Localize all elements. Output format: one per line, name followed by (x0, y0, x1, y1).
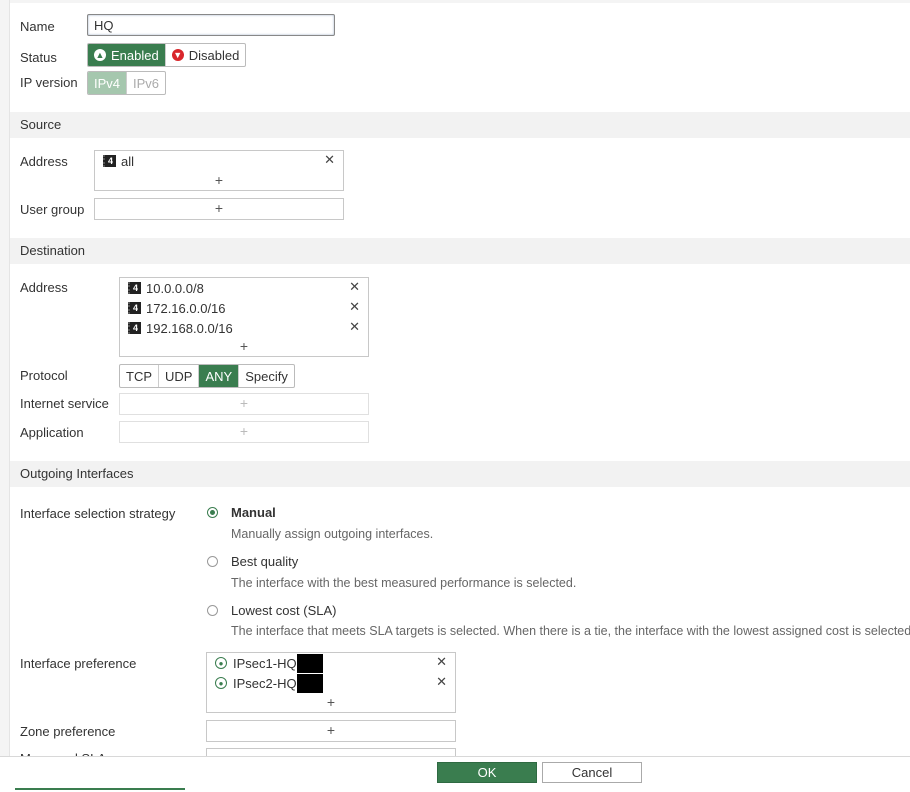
protocol-any-button[interactable]: ANY (198, 365, 239, 387)
destination-address-entry: 4 172.16.0.0/16 (128, 299, 226, 317)
protocol-udp-button[interactable]: UDP (158, 365, 198, 387)
internet-service-box: + (119, 393, 369, 415)
ip-version-toggle: IPv4 IPv6 (87, 71, 167, 95)
strategy-label: Interface selection strategy (20, 506, 176, 521)
protocol-specify-button[interactable]: Specify (238, 365, 294, 387)
zone-preference-label: Zone preference (20, 724, 116, 739)
zone-preference-box[interactable]: + (206, 720, 456, 742)
destination-address-value: 172.16.0.0/16 (146, 300, 226, 316)
remove-interface-icon[interactable]: ✕ (436, 674, 447, 690)
protocol-tcp-button[interactable]: TCP (120, 365, 158, 387)
destination-address-value: 10.0.0.0/8 (146, 280, 204, 296)
source-section-title: Source (20, 117, 62, 132)
cancel-button[interactable]: Cancel (542, 762, 642, 783)
destination-address-value: 192.168.0.0/16 (146, 320, 233, 336)
add-application-icon: + (239, 423, 249, 439)
remove-interface-icon[interactable]: ✕ (436, 654, 447, 670)
lowest-cost-radio[interactable] (207, 605, 218, 616)
interface-entry: ● IPsec2-HQ (215, 673, 323, 693)
source-address-label: Address (20, 154, 68, 169)
ip-version-label: IP version (20, 75, 78, 90)
address-icon: 4 (128, 282, 141, 294)
add-internet-service-icon: + (239, 395, 249, 411)
ipv6-button[interactable]: IPv6 (126, 72, 165, 94)
manual-option-title: Manual (231, 505, 276, 520)
best-quality-option-title: Best quality (231, 554, 299, 569)
source-address-box: 4 all ✕ + (94, 150, 344, 191)
interface-preference-label: Interface preference (20, 656, 137, 671)
status-label: Status (20, 50, 57, 65)
address-icon: 4 (128, 302, 141, 314)
status-disabled-button[interactable]: ▼ Disabled (164, 44, 246, 66)
redaction-block (296, 673, 323, 693)
top-frame (0, 0, 910, 3)
arrow-down-icon: ▼ (171, 49, 184, 61)
lowest-cost-option-desc: The interface that meets SLA targets is … (231, 624, 910, 638)
status-toggle: ▲ Enabled ▼ Disabled (87, 43, 247, 67)
best-quality-option-desc: The interface with the best measured per… (231, 576, 577, 590)
ipv4-button[interactable]: IPv4 (88, 72, 127, 94)
scroll-accent-bar (15, 788, 185, 790)
add-interface-icon[interactable]: + (207, 694, 455, 710)
application-label: Application (20, 425, 84, 440)
user-group-box[interactable]: + (94, 198, 344, 220)
name-label: Name (20, 19, 55, 34)
destination-section-header: Destination (10, 238, 910, 264)
redaction-block (296, 653, 323, 673)
manual-option-desc: Manually assign outgoing interfaces. (231, 527, 434, 541)
interface-name: IPsec2-HQ (233, 675, 297, 691)
destination-section-title: Destination (20, 243, 86, 258)
add-destination-address-icon[interactable]: + (120, 338, 368, 354)
add-zone-icon[interactable]: + (207, 722, 455, 738)
protocol-label: Protocol (20, 368, 68, 383)
name-input[interactable] (87, 14, 335, 36)
address-icon: 4 (103, 155, 116, 167)
destination-address-box: 4 10.0.0.0/8 ✕ 4 172.16.0.0/16 ✕ 4 192.1… (119, 277, 369, 357)
add-source-address-icon[interactable]: + (95, 172, 343, 188)
add-user-group-icon[interactable]: + (95, 200, 343, 216)
remove-source-address-icon[interactable]: ✕ (324, 152, 335, 168)
remove-destination-address-icon[interactable]: ✕ (349, 299, 360, 315)
destination-address-entry: 4 192.168.0.0/16 (128, 319, 233, 337)
interface-name: IPsec1-HQ (233, 655, 297, 671)
protocol-toggle: TCP UDP ANY Specify (119, 364, 295, 388)
lowest-cost-option-title: Lowest cost (SLA) (231, 603, 337, 618)
internet-service-label: Internet service (20, 396, 109, 411)
arrow-up-icon: ▲ (94, 49, 106, 61)
destination-address-entry: 4 10.0.0.0/8 (128, 279, 204, 297)
source-section-header: Source (10, 112, 910, 138)
status-enabled-label: Enabled (111, 47, 159, 63)
source-address-value: all (121, 153, 135, 169)
status-enabled-button[interactable]: ▲ Enabled (88, 44, 165, 66)
remove-destination-address-icon[interactable]: ✕ (349, 279, 360, 295)
outgoing-section-header: Outgoing Interfaces (10, 461, 910, 487)
user-group-label: User group (20, 202, 85, 217)
left-frame (0, 0, 10, 791)
tunnel-icon: ● (215, 677, 227, 689)
manual-radio[interactable] (207, 507, 218, 518)
status-disabled-label: Disabled (188, 47, 240, 63)
source-address-entry: 4 all (103, 152, 134, 170)
application-box: + (119, 421, 369, 443)
destination-address-label: Address (20, 280, 68, 295)
ok-button[interactable]: OK (437, 762, 537, 783)
address-icon: 4 (128, 322, 141, 334)
interface-entry: ● IPsec1-HQ (215, 653, 323, 673)
outgoing-section-title: Outgoing Interfaces (20, 466, 134, 481)
remove-destination-address-icon[interactable]: ✕ (349, 319, 360, 335)
best-quality-radio[interactable] (207, 556, 218, 567)
interface-preference-box: ● IPsec1-HQ ✕ ● IPsec2-HQ ✕ + (206, 652, 456, 713)
tunnel-icon: ● (215, 657, 227, 669)
